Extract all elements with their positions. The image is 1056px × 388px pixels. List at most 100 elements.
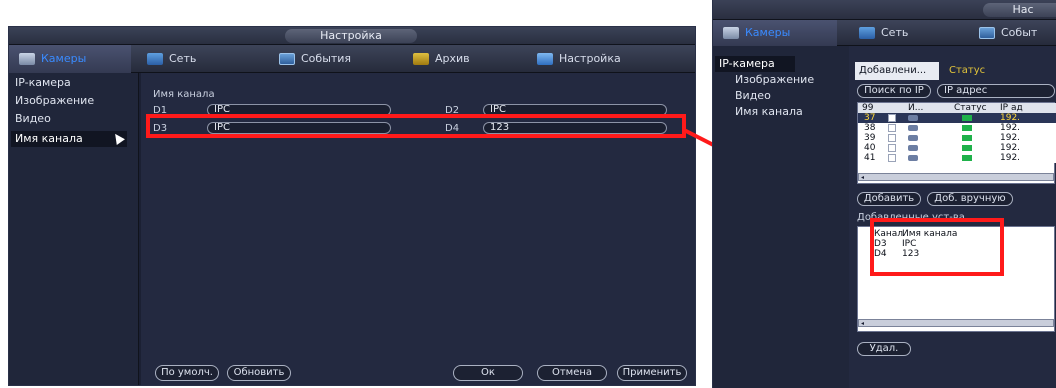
status-online-icon (962, 135, 972, 141)
main-menu: Камеры Сеть Событ (713, 20, 1056, 46)
sidebar-item-channel-name[interactable]: Имя канала (11, 131, 127, 147)
device-search-grid: 99 И... Статус IP ад 37 192. 38 192. 39 … (857, 102, 1056, 184)
column-header: 99 (862, 103, 874, 113)
row-ip: 192. (1000, 153, 1021, 163)
camera-icon (723, 27, 739, 39)
horizontal-scrollbar[interactable]: ◂ (858, 319, 1054, 327)
sidebar-item-label: Имя канала (15, 132, 83, 145)
tab-add[interactable]: Добавлени... (855, 62, 939, 80)
sidebar: IP-камера Изображение Видео Имя канала (713, 46, 849, 388)
menu-tab-label: Событ (1001, 26, 1038, 39)
title-bar: Настройка (9, 27, 695, 45)
menu-tab-network[interactable]: Сеть (859, 20, 939, 46)
menu-tab-label: Сеть (881, 26, 909, 39)
network-icon (147, 53, 163, 65)
ok-button[interactable]: Ок (453, 365, 523, 381)
menu-tab-label: Сеть (169, 52, 197, 65)
camera-icon (908, 125, 918, 131)
refresh-button[interactable]: Обновить (227, 365, 291, 381)
events-icon (979, 27, 995, 39)
network-icon (859, 27, 875, 39)
camera-icon (908, 115, 918, 121)
screenshot-stage: Настройка Камеры Сеть События Архив Наст… (0, 0, 1056, 388)
menu-tab-label: Архив (435, 52, 470, 65)
row-ip: 192. (1000, 143, 1021, 153)
menu-tab-cameras[interactable]: Камеры (9, 45, 131, 73)
tab-strip: Добавлени... Статус (855, 62, 1055, 80)
sidebar-item-channel-name[interactable]: Имя канала (735, 104, 803, 120)
row-checkbox[interactable] (888, 144, 896, 152)
table-row[interactable]: 37 192. (858, 113, 1056, 123)
arrow-left-icon[interactable]: ◂ (861, 321, 864, 327)
row-number: 41 (864, 153, 876, 163)
ip-camera-panel: Добавлени... Статус Поиск по IP IP адрес… (849, 46, 1056, 388)
table-row[interactable]: 39 192. (858, 133, 1056, 143)
menu-tab-label: Камеры (745, 26, 791, 39)
menu-tab-label: События (301, 52, 352, 65)
row-ip: 192. (1000, 133, 1021, 143)
row-number: 40 (864, 143, 876, 153)
table-row[interactable]: 41 192. (858, 153, 1056, 163)
menu-tab-cameras[interactable]: Камеры (713, 20, 837, 46)
menu-tab-label: Камеры (41, 52, 87, 65)
menu-tab-archive[interactable]: Архив (413, 45, 513, 73)
menu-tab-network[interactable]: Сеть (147, 45, 257, 73)
camera-icon (908, 135, 918, 141)
apply-button[interactable]: Применить (617, 365, 687, 381)
column-header: И... (908, 103, 924, 113)
archive-icon (413, 53, 429, 65)
row-checkbox[interactable] (888, 124, 896, 132)
sidebar-item-ip-camera[interactable]: IP-камера (715, 56, 795, 72)
search-ip-button[interactable]: Поиск по IP (857, 84, 931, 98)
menu-tab-events[interactable]: События (279, 45, 389, 73)
sidebar-item-video[interactable]: Видео (15, 111, 51, 127)
table-row[interactable]: 40 192. (858, 143, 1056, 153)
title-bar: Нас (713, 0, 1056, 20)
camera-icon (908, 145, 918, 151)
grid-header: 99 И... Статус IP ад (858, 103, 1056, 113)
arrow-left-icon[interactable]: ◂ (861, 175, 864, 181)
row-checkbox[interactable] (888, 114, 896, 122)
row-ip: 192. (1000, 123, 1021, 133)
menu-tab-settings[interactable]: Настройка (537, 45, 647, 73)
camera-icon (19, 53, 35, 65)
status-online-icon (962, 155, 972, 161)
delete-button[interactable]: Удал. (857, 342, 911, 356)
status-online-icon (962, 125, 972, 131)
horizontal-scrollbar[interactable]: ◂ (858, 173, 1054, 181)
status-online-icon (962, 115, 972, 121)
add-button[interactable]: Добавить (857, 192, 921, 206)
row-checkbox[interactable] (888, 154, 896, 162)
settings-window: Настройка Камеры Сеть События Архив Наст… (8, 26, 696, 386)
sidebar-item-video[interactable]: Видео (735, 88, 771, 104)
manual-add-button[interactable]: Доб. вручную (927, 192, 1013, 206)
row-number: 37 (864, 113, 876, 123)
cursor-icon (111, 131, 125, 145)
cancel-button[interactable]: Отмена (537, 365, 607, 381)
highlight-box (870, 218, 1004, 276)
settings-icon (537, 53, 553, 65)
row-number: 38 (864, 123, 876, 133)
ip-filter-select[interactable]: IP адрес (937, 84, 1055, 98)
sidebar-item-ip-camera[interactable]: IP-камера (15, 75, 71, 91)
menu-tab-label: Настройка (559, 52, 621, 65)
menu-tab-events[interactable]: Событ (979, 20, 1056, 46)
sidebar-item-image[interactable]: Изображение (735, 72, 814, 88)
row-checkbox[interactable] (888, 134, 896, 142)
window-title: Нас (983, 3, 1056, 17)
row-number: 39 (864, 133, 876, 143)
default-button[interactable]: По умолч. (155, 365, 219, 381)
column-header: IP ад (1000, 103, 1023, 113)
highlight-box (146, 114, 686, 138)
events-icon (279, 53, 295, 65)
sidebar-item-image[interactable]: Изображение (15, 93, 94, 109)
table-row[interactable]: 38 192. (858, 123, 1056, 133)
ip-camera-window: Нас Камеры Сеть Событ IP-камера Изображе… (712, 0, 1056, 388)
tab-status[interactable]: Статус (945, 62, 1005, 80)
sidebar: IP-камера Изображение Видео Имя канала (9, 73, 139, 385)
section-label: Имя канала (153, 89, 215, 100)
status-online-icon (962, 145, 972, 151)
camera-icon (908, 155, 918, 161)
column-header: Статус (954, 103, 987, 113)
window-title: Настройка (285, 29, 417, 43)
